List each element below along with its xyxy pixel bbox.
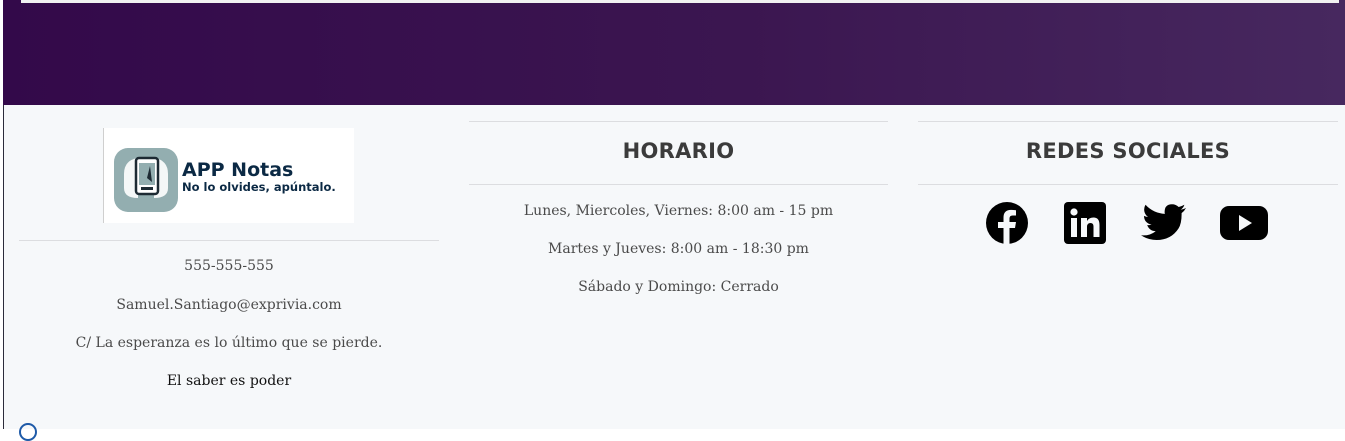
hero-top-strip — [21, 0, 1339, 3]
twitter-icon[interactable] — [1141, 203, 1187, 243]
social-top-divider — [918, 121, 1338, 122]
youtube-icon[interactable] — [1220, 206, 1268, 240]
logo-title: APP Notas — [182, 159, 294, 181]
linkedin-icon[interactable] — [1064, 202, 1106, 244]
hero-banner — [3, 0, 1345, 105]
schedule-line: Lunes, Miercoles, Viernes: 8:00 am - 15 … — [523, 203, 834, 219]
schedule-bottom-divider — [469, 184, 888, 185]
social-heading: REDES SOCIALES — [1025, 139, 1231, 163]
scroll-top-icon[interactable] — [19, 423, 37, 441]
schedule-line: Sábado y Domingo: Cerrado — [578, 279, 779, 295]
contact-email[interactable]: Samuel.Santiago@exprivia.com — [19, 297, 439, 313]
schedule-top-divider — [469, 121, 888, 122]
app-logo[interactable]: APP Notas No lo olvides, apúntalo. — [103, 128, 354, 223]
contact-divider — [19, 240, 439, 241]
contact-motto: El saber es poder — [166, 373, 292, 389]
schedule-line: Martes y Jueves: 8:00 am - 18:30 pm — [548, 241, 809, 257]
facebook-icon[interactable] — [985, 201, 1029, 245]
site-footer: APP Notas No lo olvides, apúntalo. 555-5… — [3, 105, 1345, 429]
contact-address: C/ La esperanza es lo último que se pier… — [75, 335, 383, 351]
schedule-heading: HORARIO — [622, 139, 735, 163]
phone-hand-icon — [114, 148, 178, 212]
contact-phone: 555-555-555 — [184, 258, 274, 274]
social-bottom-divider — [918, 184, 1338, 185]
logo-tagline: No lo olvides, apúntalo. — [182, 180, 336, 194]
